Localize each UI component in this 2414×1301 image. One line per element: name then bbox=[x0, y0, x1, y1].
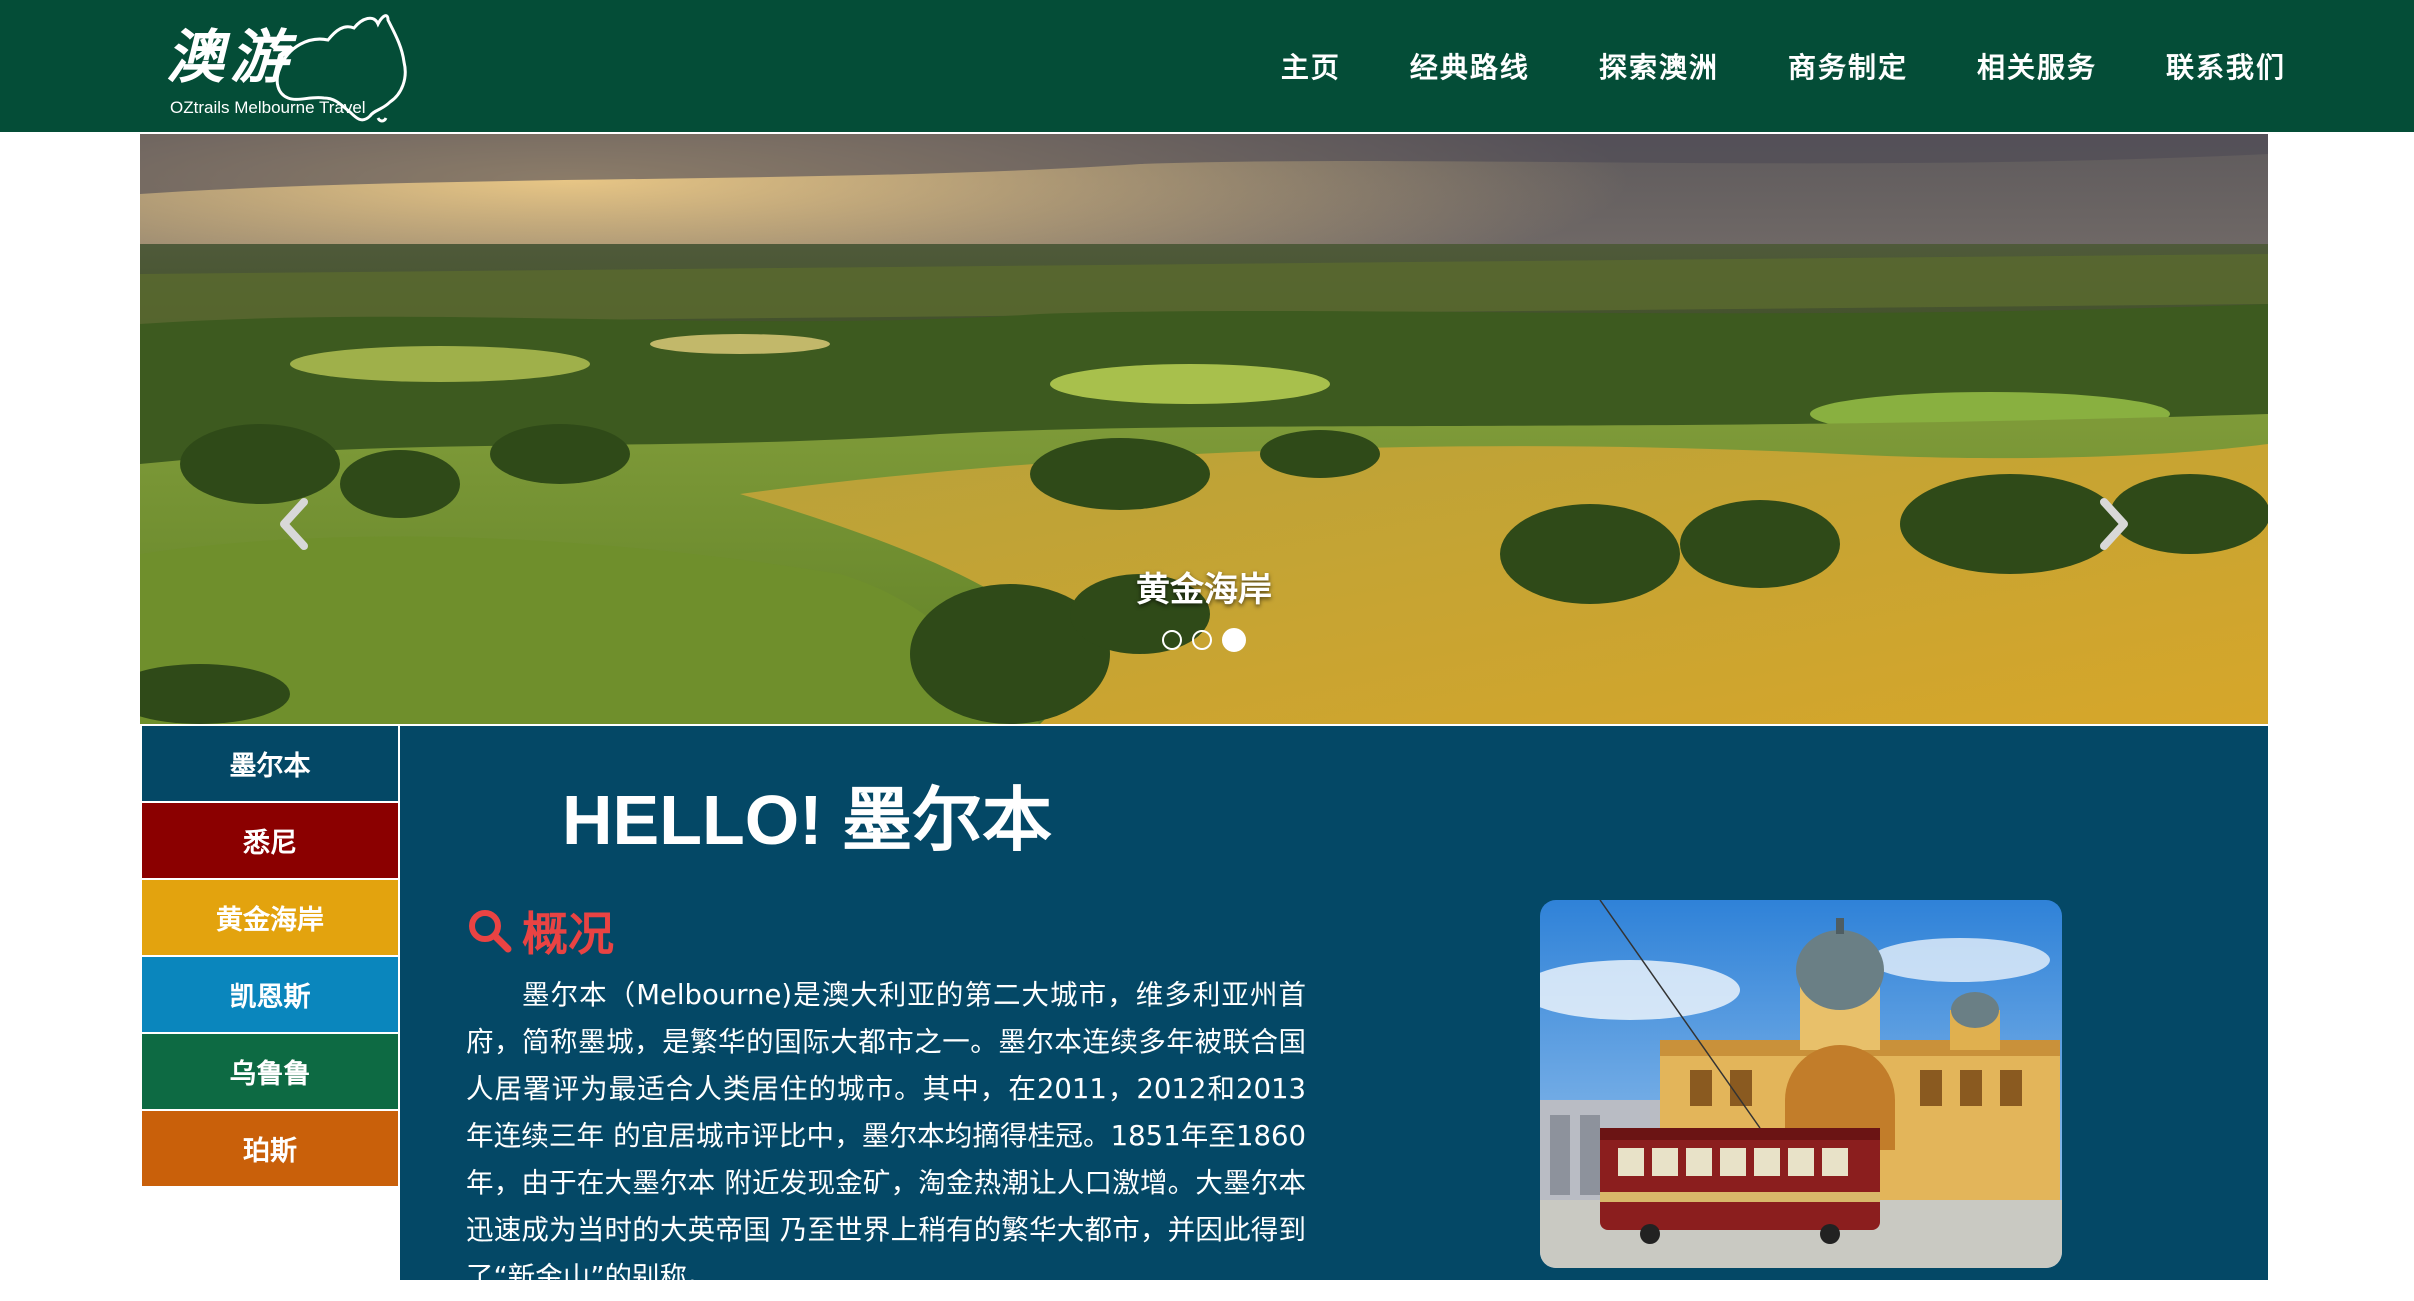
nav-item-contact[interactable]: 联系我们 bbox=[2166, 46, 2286, 86]
logo-subtitle: OZtrails Melbourne Travel bbox=[170, 98, 366, 117]
flinders-street-station-image bbox=[1540, 900, 2062, 1268]
section-overview-label: 概况 bbox=[522, 907, 614, 961]
nav-item-services[interactable]: 相关服务 bbox=[1977, 46, 2097, 86]
search-icon bbox=[469, 910, 512, 953]
sidebar-item-cairns[interactable]: 凯恩斯 bbox=[142, 957, 398, 1034]
nav-item-explore-australia[interactable]: 探索澳洲 bbox=[1599, 46, 1719, 86]
carousel-indicators bbox=[140, 628, 2268, 652]
sidebar-item-gold-coast[interactable]: 黄金海岸 bbox=[142, 880, 398, 957]
carousel-dot-3-active[interactable] bbox=[1222, 628, 1246, 652]
overview-paragraph: 墨尔本（Melbourne)是澳大利亚的第二大城市，维多利亚州首府，简称墨城，是… bbox=[466, 979, 1306, 1293]
melbourne-station-photo bbox=[1540, 900, 2062, 1268]
page-title: HELLO! 墨尔本 bbox=[562, 781, 1052, 859]
site-header: 澳游 OZtrails Melbourne Travel 主页 经典路线 探索澳… bbox=[0, 0, 2414, 132]
sidebar-item-uluru[interactable]: 乌鲁鲁 bbox=[142, 1034, 398, 1111]
nav-item-home[interactable]: 主页 bbox=[1281, 46, 1341, 86]
sidebar-item-melbourne[interactable]: 墨尔本 bbox=[142, 726, 398, 803]
sidebar-item-sydney[interactable]: 悉尼 bbox=[142, 803, 398, 880]
carousel-dot-2[interactable] bbox=[1192, 630, 1212, 650]
site-logo[interactable]: 澳游 OZtrails Melbourne Travel bbox=[160, 6, 410, 124]
section-overview-heading: 概况 bbox=[466, 898, 614, 964]
carousel-dot-1[interactable] bbox=[1162, 630, 1182, 650]
main-content: HELLO! 墨尔本 概况 墨尔本（Melbourne)是澳大利亚的第二大城市，… bbox=[400, 726, 2268, 1293]
carousel-next-icon[interactable] bbox=[2094, 494, 2134, 554]
hero-carousel[interactable]: 黄金海岸 bbox=[140, 134, 2268, 724]
nav-item-business-custom[interactable]: 商务制定 bbox=[1788, 46, 1908, 86]
city-sidebar: 墨尔本 悉尼 黄金海岸 凯恩斯 乌鲁鲁 珀斯 bbox=[142, 726, 398, 1188]
main-nav: 主页 经典路线 探索澳洲 商务制定 相关服务 联系我们 bbox=[1212, 0, 2286, 132]
nav-item-classic-routes[interactable]: 经典路线 bbox=[1410, 46, 1530, 86]
carousel-caption: 黄金海岸 bbox=[1136, 570, 1272, 610]
sidebar-item-perth[interactable]: 珀斯 bbox=[142, 1111, 398, 1188]
carousel-prev-icon[interactable] bbox=[274, 494, 314, 554]
